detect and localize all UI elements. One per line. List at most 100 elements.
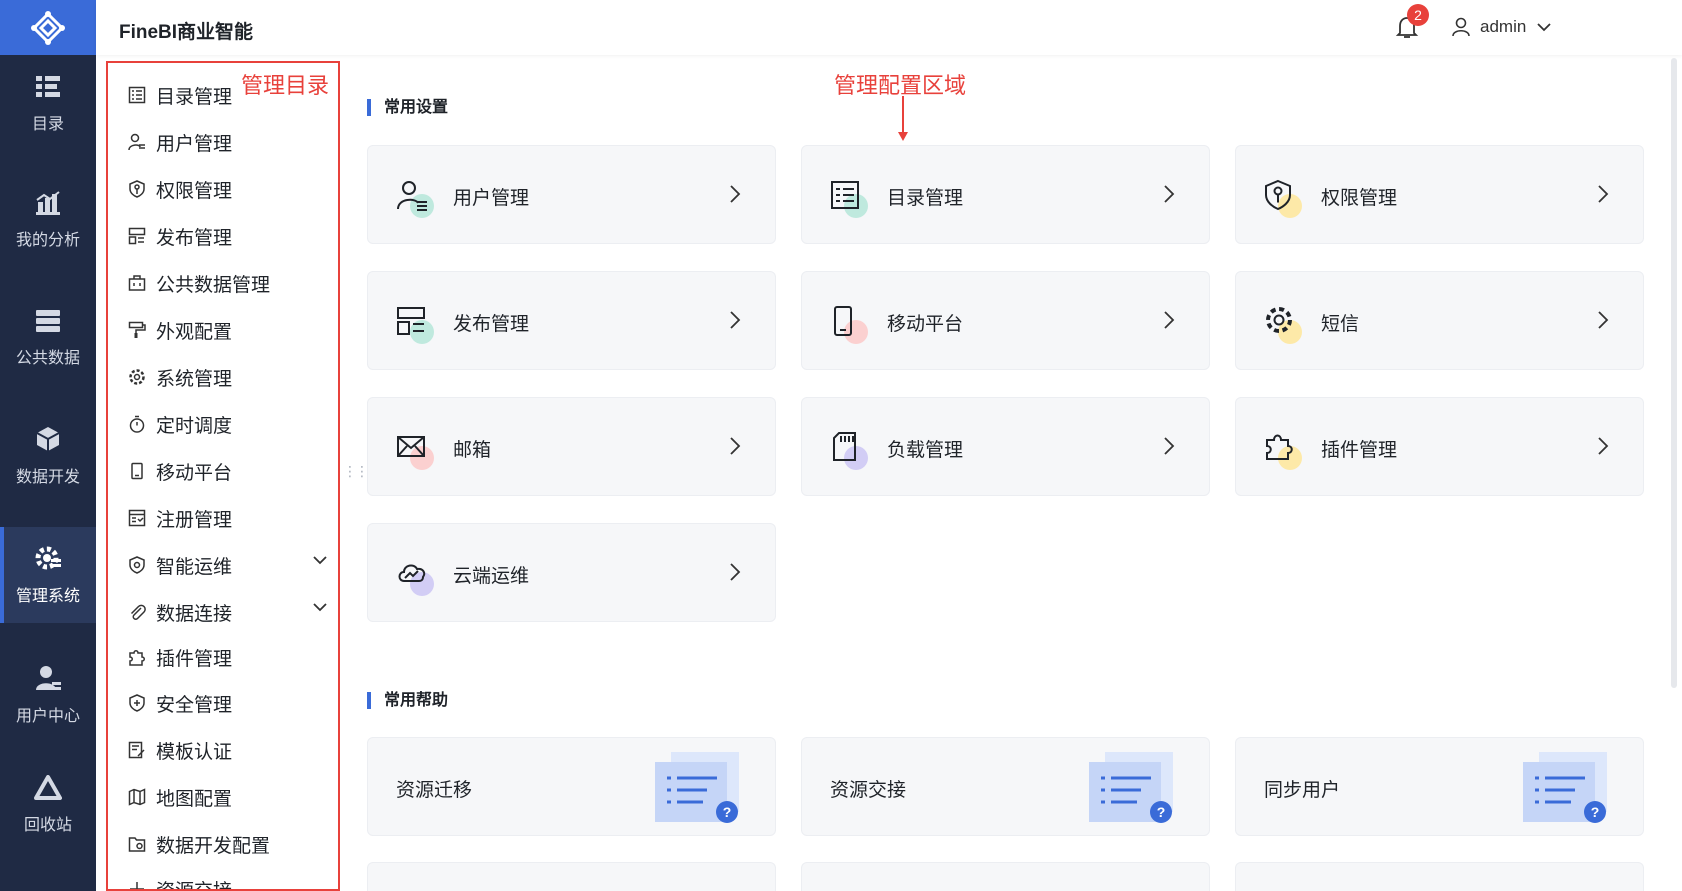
menu-item-schedule[interactable]: 定时调度	[128, 409, 328, 439]
card-label: 权限管理	[1321, 188, 1398, 209]
card-icon	[830, 305, 874, 345]
rail-label: 目录	[31, 116, 64, 133]
menu-item-label: 系统管理	[156, 368, 233, 390]
puzzle-icon	[1266, 434, 1293, 460]
mail-icon	[397, 436, 425, 457]
layout-icon	[397, 307, 425, 335]
menu-item-template-cert[interactable]: 模板认证	[128, 735, 328, 765]
content-scrollbar[interactable]	[1671, 58, 1677, 688]
rail-label: 回收站	[23, 817, 72, 834]
stopwatch-icon	[129, 415, 145, 433]
help-card-sync-users[interactable]: 同步用户 ?	[1235, 737, 1644, 836]
gear-icon	[1266, 307, 1292, 333]
menu-item-public-data[interactable]: 公共数据管理	[128, 268, 328, 298]
card-load-management[interactable]: 负载管理	[801, 397, 1210, 496]
mobile-icon	[834, 306, 852, 336]
menu-item-security[interactable]: 安全管理	[128, 688, 328, 718]
card-sms[interactable]: 短信	[1235, 271, 1644, 370]
help-card-resource-migration[interactable]: 资源迁移 ?	[367, 737, 776, 836]
card-icon	[830, 179, 874, 219]
menu-item-users[interactable]: 用户管理	[128, 127, 328, 157]
menu-item-map-config[interactable]: 地图配置	[128, 782, 328, 812]
puzzle-icon	[129, 650, 145, 666]
card-permission-management[interactable]: 权限管理	[1235, 145, 1644, 244]
help-doc-icon: ?	[1523, 752, 1607, 823]
menu-item-permissions[interactable]: 权限管理	[128, 174, 328, 204]
ops-icon	[129, 556, 145, 574]
chevron-right-icon	[1164, 311, 1175, 329]
menu-item-label: 用户管理	[156, 133, 233, 155]
menu-item-label: 插件管理	[156, 648, 233, 670]
menu-item-handover[interactable]: 资源交接	[128, 874, 328, 891]
menu-item-system[interactable]: 系统管理	[128, 362, 328, 392]
chevron-right-icon	[1598, 437, 1609, 455]
menu-item-label: 资源交接	[156, 880, 233, 891]
app-logo[interactable]	[0, 0, 96, 55]
shield-key-icon	[1265, 179, 1291, 211]
chevron-right-icon	[730, 563, 741, 581]
top-header: FineBI商业智能	[96, 0, 1682, 55]
help-card-partial[interactable]	[801, 862, 1210, 891]
chevron-right-icon	[1598, 185, 1609, 203]
public-data-icon	[36, 310, 60, 332]
card-label: 负载管理	[887, 440, 964, 461]
admin-menu: 目录管理 用户管理 权限管理 发布管理 公共数据管理 外观配置 系统管理 定时调…	[106, 61, 340, 891]
list-icon	[128, 86, 146, 104]
chevron-right-icon	[1598, 311, 1609, 329]
shield-plus-icon	[129, 694, 145, 712]
data-dev-icon	[36, 427, 60, 451]
rail-item-admin-system[interactable]: 管理系统	[0, 527, 96, 623]
rail-item-recycle-bin[interactable]: 回收站	[0, 757, 96, 853]
card-plugin-management[interactable]: 插件管理	[1235, 397, 1644, 496]
username: admin	[1480, 17, 1527, 36]
menu-item-label: 权限管理	[156, 180, 233, 202]
card-icon	[1264, 305, 1308, 345]
menu-item-label: 移动平台	[156, 462, 233, 484]
rail-item-public-data[interactable]: 公共数据	[0, 290, 96, 386]
menu-item-mobile[interactable]: 移动平台	[128, 456, 328, 486]
rail-label: 公共数据	[15, 350, 80, 367]
help-card-partial[interactable]	[1235, 862, 1644, 891]
chevron-right-icon	[730, 437, 741, 455]
map-icon	[128, 788, 146, 806]
chevron-down-icon[interactable]	[312, 602, 328, 612]
recycle-icon	[34, 775, 62, 800]
card-label: 短信	[1321, 314, 1360, 335]
card-catalog-management[interactable]: 目录管理	[801, 145, 1210, 244]
menu-item-registration[interactable]: 注册管理	[128, 503, 328, 533]
menu-annotation: 管理目录	[241, 73, 330, 98]
card-mailbox[interactable]: 邮箱	[367, 397, 776, 496]
chevron-down-icon[interactable]	[312, 555, 328, 565]
menu-item-data-connection[interactable]: 数据连接	[128, 597, 328, 627]
card-publish-management[interactable]: 发布管理	[367, 271, 776, 370]
rail-item-data-dev[interactable]: 数据开发	[0, 408, 96, 504]
menu-item-label: 安全管理	[156, 694, 233, 716]
menu-item-smart-ops[interactable]: 智能运维	[128, 550, 328, 580]
rail-item-catalog[interactable]: 目录	[0, 56, 96, 152]
menu-item-appearance[interactable]: 外观配置	[128, 315, 328, 345]
annotation-arrow-icon	[898, 96, 908, 141]
rail-item-user-center[interactable]: 用户中心	[0, 647, 96, 743]
user-menu[interactable]: admin	[1452, 14, 1552, 40]
drag-handle-icon[interactable]: ⋮⋮	[343, 463, 369, 480]
help-card-resource-handover[interactable]: 资源交接 ?	[801, 737, 1210, 836]
gear-icon	[129, 369, 145, 385]
handover-icon	[130, 882, 144, 889]
card-mobile-platform[interactable]: 移动平台	[801, 271, 1210, 370]
paint-roller-icon	[128, 321, 146, 338]
rail-item-my-analysis[interactable]: 我的分析	[0, 172, 96, 268]
menu-item-plugins[interactable]: 插件管理	[128, 642, 328, 672]
help-card-partial[interactable]	[367, 862, 776, 891]
user-avatar-icon	[1452, 17, 1470, 37]
chevron-right-icon	[1164, 185, 1175, 203]
card-label: 发布管理	[453, 314, 530, 335]
card-user-management[interactable]: 用户管理	[367, 145, 776, 244]
card-cloud-ops[interactable]: 云端运维	[367, 523, 776, 622]
menu-item-data-dev-config[interactable]: 数据开发配置	[128, 829, 328, 859]
card-label: 目录管理	[887, 188, 964, 209]
cloud-icon	[398, 564, 426, 582]
svg-text:?: ?	[1591, 804, 1600, 820]
card-label: 移动平台	[887, 314, 964, 335]
template-cert-icon	[128, 741, 145, 759]
menu-item-publish[interactable]: 发布管理	[128, 221, 328, 251]
